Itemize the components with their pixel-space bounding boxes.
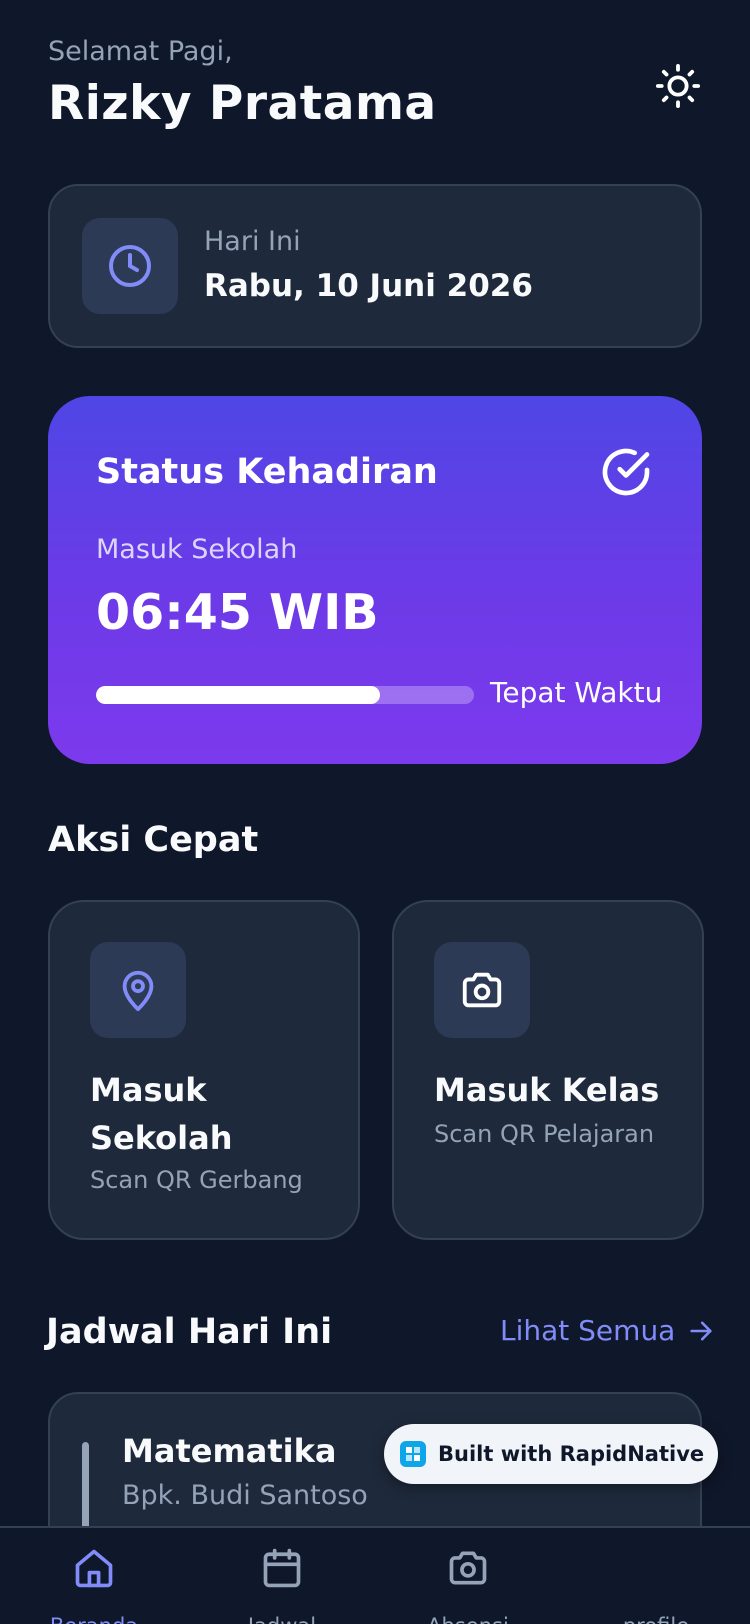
- schedule-title: Jadwal Hari Ini: [46, 1312, 333, 1352]
- action-card-masuk-kelas[interactable]: Masuk Kelas Scan QR Pelajaran: [392, 900, 704, 1240]
- action-icon-box: [90, 942, 186, 1038]
- camera-icon: [462, 972, 502, 1008]
- arrow-right-icon: [690, 1321, 712, 1340]
- action-card-masuk-sekolah[interactable]: Masuk Sekolah Scan QR Gerbang: [48, 900, 360, 1240]
- nav-label: profile: [586, 1614, 726, 1624]
- rapidnative-logo-icon: [400, 1441, 426, 1467]
- nav-label: Jadwal: [212, 1614, 352, 1624]
- home-screen: Selamat Pagi, Rizky Pratama Hari Ini Rab…: [0, 0, 750, 1624]
- attendance-title: Status Kehadiran: [96, 452, 438, 492]
- theme-toggle-button[interactable]: [652, 60, 704, 112]
- today-date: Rabu, 10 Juni 2026: [204, 268, 533, 304]
- action-subtitle: Scan QR Pelajaran: [434, 1120, 655, 1148]
- schedule-subject: Matematika: [122, 1432, 337, 1470]
- schedule-teacher: Bpk. Budi Santoso: [122, 1480, 368, 1511]
- attendance-time: 06:45 WIB: [96, 584, 379, 641]
- attendance-progress-bar: [96, 686, 474, 704]
- built-with-badge[interactable]: Built with RapidNative: [384, 1424, 718, 1484]
- attendance-status-label: Tepat Waktu: [490, 676, 663, 709]
- greeting-text: Selamat Pagi,: [48, 36, 233, 67]
- nav-item-jadwal[interactable]: Jadwal: [212, 1546, 352, 1624]
- action-title: Masuk Sekolah: [90, 1071, 233, 1157]
- camera-icon: [449, 1551, 487, 1585]
- bottom-navigation: Beranda Jadwal Absensi profile: [0, 1526, 750, 1624]
- attendance-progress-fill: [96, 686, 380, 704]
- today-label: Hari Ini: [204, 226, 301, 257]
- nav-item-absensi[interactable]: Absensi: [398, 1546, 538, 1624]
- attendance-subtitle: Masuk Sekolah: [96, 534, 298, 565]
- user-name: Rizky Pratama: [48, 76, 437, 131]
- quick-actions-title: Aksi Cepat: [48, 820, 259, 860]
- action-subtitle: Scan QR Gerbang: [90, 1166, 303, 1194]
- nav-item-profile[interactable]: profile: [586, 1546, 726, 1624]
- see-all-label: Lihat Semua: [500, 1314, 676, 1347]
- built-with-text: Built with RapidNative: [438, 1442, 705, 1466]
- nav-item-beranda[interactable]: Beranda: [24, 1546, 164, 1624]
- action-title: Masuk Kelas: [434, 1071, 660, 1109]
- nav-label: Beranda: [24, 1614, 164, 1624]
- date-icon-box: [82, 218, 178, 314]
- check-circle-icon: [602, 448, 650, 496]
- attendance-status-card: Status Kehadiran Masuk Sekolah 06:45 WIB…: [48, 396, 702, 764]
- today-date-card: Hari Ini Rabu, 10 Juni 2026: [48, 184, 702, 348]
- calendar-icon: [263, 1548, 301, 1588]
- map-pin-icon: [122, 970, 154, 1012]
- action-icon-box: [434, 942, 530, 1038]
- see-all-link[interactable]: Lihat Semua: [500, 1314, 715, 1347]
- nav-label: Absensi: [398, 1614, 538, 1624]
- clock-icon: [109, 245, 151, 287]
- sun-icon: [655, 63, 701, 109]
- home-icon: [75, 1549, 113, 1588]
